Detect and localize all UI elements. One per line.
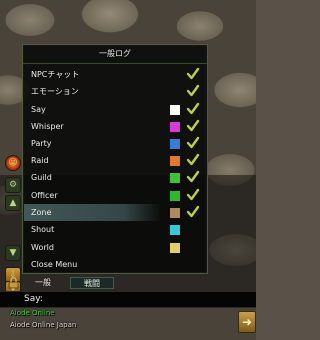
color-swatch-zone[interactable] (170, 208, 180, 218)
checkmark-icon[interactable] (186, 170, 200, 184)
menu-item-label: Say (31, 105, 46, 114)
chat-scroll-up-icon[interactable]: ▲ (5, 195, 21, 211)
color-swatch-raid[interactable] (170, 156, 180, 166)
menu-item-label: Zone (31, 208, 52, 217)
corner-menu-button[interactable]: ➜ (238, 311, 256, 333)
checkmark-icon[interactable] (186, 188, 200, 202)
menu-item-label: Whisper (31, 122, 64, 131)
zone-name: Aiode Online (10, 309, 55, 317)
color-swatch-guild[interactable] (170, 173, 180, 183)
menu-item-label: エモーション (31, 87, 79, 96)
checkmark-icon[interactable] (186, 102, 200, 116)
checkmark-icon[interactable] (186, 67, 200, 81)
color-swatch-party[interactable] (170, 139, 180, 149)
menu-item-label: Party (31, 139, 52, 148)
color-swatch-whisper[interactable] (170, 122, 180, 132)
checkmark-icon[interactable] (186, 136, 200, 150)
tab-combat[interactable]: 戦闘 (70, 277, 114, 289)
arrow-icon: ➜ (241, 315, 253, 329)
color-swatch-officer[interactable] (170, 191, 180, 201)
menu-item-shout[interactable]: Shout (24, 221, 206, 238)
checkmark-icon[interactable] (186, 119, 200, 133)
chat-input[interactable] (50, 293, 250, 306)
chat-input-bar: Say: (0, 291, 256, 308)
menu-item-label: World (31, 243, 54, 252)
checkmark-icon[interactable] (186, 205, 200, 219)
menu-item-world[interactable]: World (24, 239, 206, 256)
color-swatch-world[interactable] (170, 243, 180, 253)
menu-item-say[interactable]: Say (24, 101, 206, 118)
menu-item-npc-chat[interactable]: NPCチャット (24, 66, 206, 83)
lock-icon[interactable] (8, 277, 19, 289)
color-swatch-shout[interactable] (170, 225, 180, 235)
menu-item-label: Raid (31, 156, 49, 165)
menu-item-emotion[interactable]: エモーション (24, 83, 206, 100)
checkmark-icon[interactable] (186, 84, 200, 98)
chat-scroll-down-icon[interactable]: ▼ (5, 245, 21, 261)
menu-item-whisper[interactable]: Whisper (24, 118, 206, 135)
menu-title: 一般ログ (23, 45, 207, 64)
menu-item-label: Shout (31, 225, 55, 234)
menu-item-label: NPCチャット (31, 70, 80, 79)
chat-settings-icon[interactable]: ⚙ (5, 177, 21, 193)
checkmark-icon[interactable] (186, 153, 200, 167)
menu-item-raid[interactable]: Raid (24, 152, 206, 169)
emote-smiley-icon[interactable]: ☺ (5, 155, 21, 171)
menu-item-label: Officer (31, 191, 58, 200)
zone-subtitle: Aiode Online Japan (10, 321, 77, 329)
color-swatch-say[interactable] (170, 105, 180, 115)
chat-log-context-menu: 一般ログ NPCチャット エモーション Say Whisper Party Ra… (22, 44, 208, 274)
menu-item-close-menu[interactable]: Close Menu (24, 256, 206, 273)
menu-item-label: Close Menu (31, 260, 78, 269)
menu-item-label: Guild (31, 173, 52, 182)
tab-general[interactable]: 一般 (24, 277, 62, 289)
chat-channel-label: Say: (24, 294, 43, 304)
menu-item-party[interactable]: Party (24, 135, 206, 152)
menu-item-zone[interactable]: Zone (24, 204, 206, 221)
menu-item-guild[interactable]: Guild (24, 169, 206, 186)
menu-item-officer[interactable]: Officer (24, 187, 206, 204)
